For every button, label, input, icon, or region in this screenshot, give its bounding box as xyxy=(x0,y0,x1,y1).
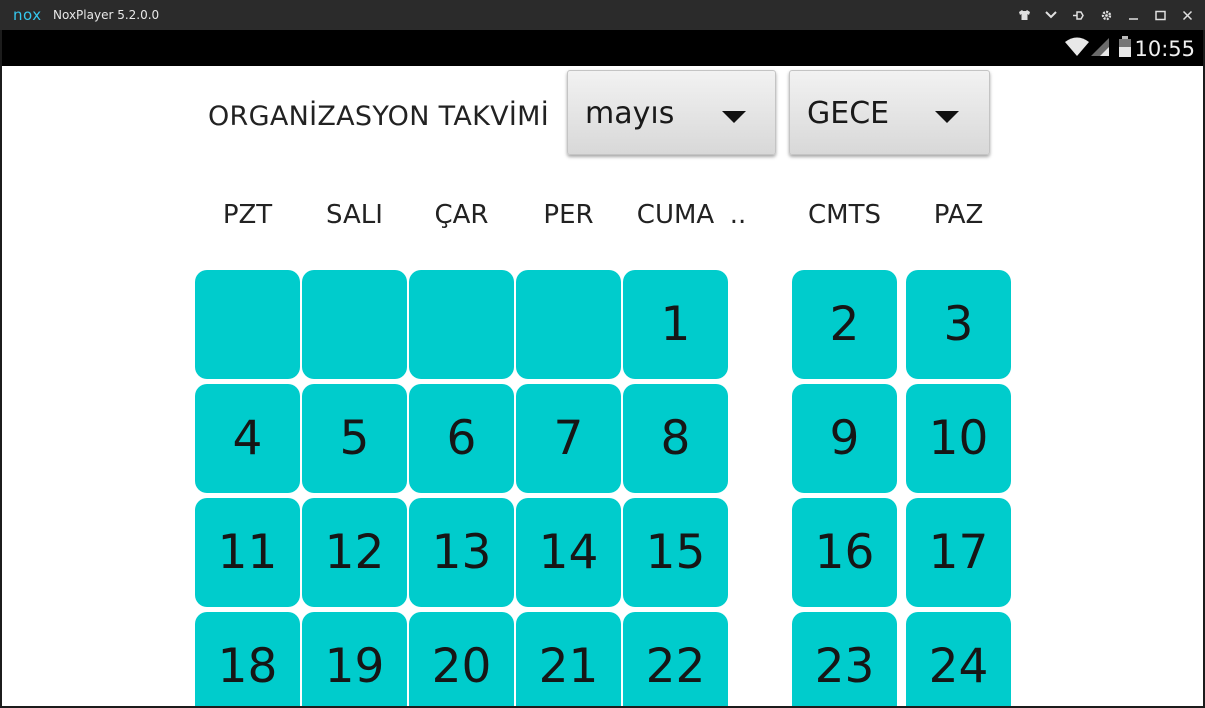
shirt-icon[interactable] xyxy=(1014,5,1034,25)
day-header: PAZ xyxy=(933,200,984,230)
dropdown-arrow-icon xyxy=(722,111,746,123)
calendar-cell-empty[interactable] xyxy=(195,270,300,379)
calendar-day-cell[interactable]: 19 xyxy=(302,612,407,706)
emulator-title-bar: nox NoxPlayer 5.2.0.0 xyxy=(0,0,1205,30)
calendar-day-cell[interactable]: 9 xyxy=(792,384,897,493)
app-screen: ORGANİZASYON TAKVİMİ mayıs GECE PZT SALI Ç… xyxy=(2,66,1203,706)
shift-spinner-value: GECE xyxy=(807,96,890,131)
calendar-day-cell[interactable]: 20 xyxy=(409,612,514,706)
calendar-day-cell[interactable]: 12 xyxy=(302,498,407,607)
battery-icon xyxy=(1118,36,1132,63)
calendar-day-cell[interactable]: 15 xyxy=(623,498,728,607)
window-title: NoxPlayer 5.2.0.0 xyxy=(53,8,160,22)
month-spinner[interactable]: mayıs xyxy=(567,70,776,155)
calendar-day-cell[interactable]: 6 xyxy=(409,384,514,493)
month-spinner-value: mayıs xyxy=(585,96,675,131)
calendar-day-cell[interactable]: 7 xyxy=(516,384,621,493)
close-icon[interactable] xyxy=(1177,5,1197,25)
day-header: SALI xyxy=(326,200,383,230)
dropdown-arrow-icon xyxy=(935,111,959,123)
calendar-day-cell[interactable]: 23 xyxy=(792,612,897,706)
calendar-cell-empty[interactable] xyxy=(302,270,407,379)
minimize-icon[interactable] xyxy=(1123,5,1143,25)
nox-logo: nox xyxy=(13,6,42,24)
day-header: ÇAR xyxy=(434,200,489,230)
day-header: CMTS xyxy=(808,200,881,230)
calendar-day-cell[interactable]: 14 xyxy=(516,498,621,607)
day-header: .. xyxy=(729,200,747,230)
status-clock: 10:55 xyxy=(1134,37,1195,61)
calendar-day-cell[interactable]: 18 xyxy=(195,612,300,706)
day-header: PZT xyxy=(222,200,273,230)
wifi-icon xyxy=(1064,37,1090,62)
calendar-day-cell[interactable]: 11 xyxy=(195,498,300,607)
shift-spinner[interactable]: GECE xyxy=(789,70,990,155)
calendar-day-cell[interactable]: 8 xyxy=(623,384,728,493)
pin-icon[interactable] xyxy=(1068,5,1088,25)
gear-icon[interactable] xyxy=(1096,5,1116,25)
calendar-day-cell[interactable]: 24 xyxy=(906,612,1011,706)
calendar-day-cell[interactable]: 3 xyxy=(906,270,1011,379)
page-title: ORGANİZASYON TAKVİMİ xyxy=(208,101,549,132)
calendar-day-cell[interactable]: 10 xyxy=(906,384,1011,493)
calendar-day-cell[interactable]: 22 xyxy=(623,612,728,706)
signal-icon xyxy=(1090,37,1110,62)
calendar-day-cell[interactable]: 17 xyxy=(906,498,1011,607)
calendar-day-cell[interactable]: 13 xyxy=(409,498,514,607)
calendar-cell-empty[interactable] xyxy=(516,270,621,379)
day-header: PER xyxy=(543,200,594,230)
android-status-bar: 10:55 xyxy=(2,30,1203,66)
calendar-day-cell[interactable]: 2 xyxy=(792,270,897,379)
calendar-day-cell[interactable]: 1 xyxy=(623,270,728,379)
calendar-day-cell[interactable]: 16 xyxy=(792,498,897,607)
calendar-day-cell[interactable]: 4 xyxy=(195,384,300,493)
calendar-cell-empty[interactable] xyxy=(409,270,514,379)
calendar-day-cell[interactable]: 5 xyxy=(302,384,407,493)
calendar-day-cell[interactable]: 21 xyxy=(516,612,621,706)
chevron-down-icon[interactable] xyxy=(1041,5,1061,25)
maximize-icon[interactable] xyxy=(1150,5,1170,25)
